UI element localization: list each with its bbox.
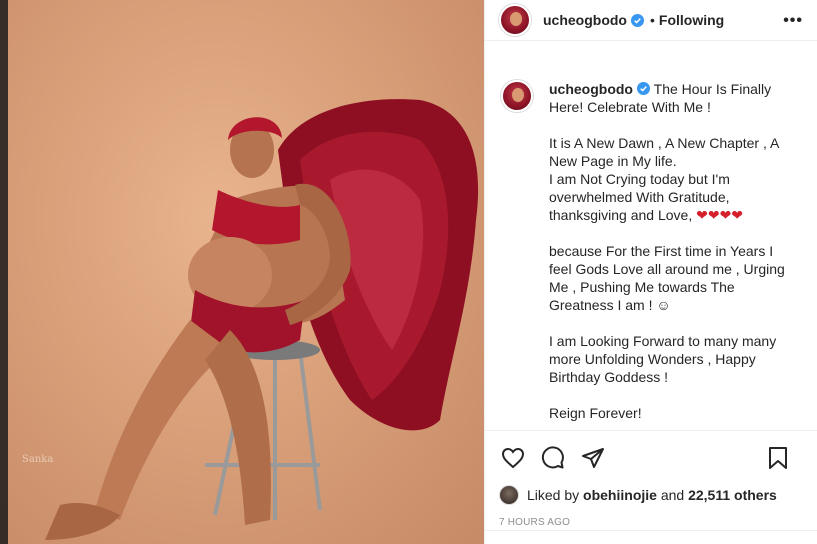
comment-icon[interactable] [539,444,567,472]
following-button[interactable]: Following [659,12,724,28]
header-separator: • [650,12,655,28]
post-timestamp[interactable]: 7 hours ago [499,517,804,528]
caption-body: ucheogbodo The Hour Is Finally Here! Cel… [549,80,797,422]
photo-illustration: Sanka [22,99,479,540]
photo-edge [0,0,8,544]
caption-username[interactable]: ucheogbodo [549,81,633,97]
post-photo[interactable]: Sanka [0,0,484,544]
caption: ucheogbodo The Hour Is Finally Here! Cel… [501,80,802,422]
verified-badge-icon [631,13,644,27]
author-avatar[interactable] [499,4,531,36]
caption-paragraph: It is A New Dawn , A New Chapter , A New… [549,134,797,224]
caption-paragraph: Reign Forever! [549,405,642,421]
bookmark-icon[interactable] [764,444,792,472]
post-side-panel: ucheogbodo • Following ••• ucheogbodo Th… [484,0,817,544]
likes-connector: and [660,487,685,503]
caption-paragraph: I am Looking Forward to many many more U… [549,333,777,385]
verified-badge-icon [637,82,650,95]
caption-avatar[interactable] [501,80,533,112]
action-icons [499,443,804,473]
post-actions: Liked by obehiinojie and 22,511 others 7… [485,430,817,544]
header-username[interactable]: ucheogbodo [543,12,627,28]
watermark: Sanka [22,454,53,465]
likes-prefix: Liked by [527,487,580,503]
more-options-icon[interactable]: ••• [783,12,803,30]
heart-emoji-icons: ❤❤❤❤ [696,207,744,223]
smiling-emoji-icon: ☺ [656,297,671,313]
comment-input-bar [485,530,817,544]
post-header: ucheogbodo • Following ••• [485,0,817,41]
caption-paragraph-text: It is A New Dawn , A New Chapter , A New… [549,135,779,223]
likes-others-link[interactable]: 22,511 others [688,487,777,503]
like-heart-icon[interactable] [499,444,527,472]
liker-username[interactable]: obehiinojie [583,487,657,503]
likes-summary: Liked by obehiinojie and 22,511 others [499,485,804,505]
share-send-icon[interactable] [579,444,607,472]
liker-avatar[interactable] [499,485,519,505]
caption-paragraph: because For the First time in Years I fe… [549,242,797,314]
caption-area: ucheogbodo The Hour Is Finally Here! Cel… [485,58,817,430]
